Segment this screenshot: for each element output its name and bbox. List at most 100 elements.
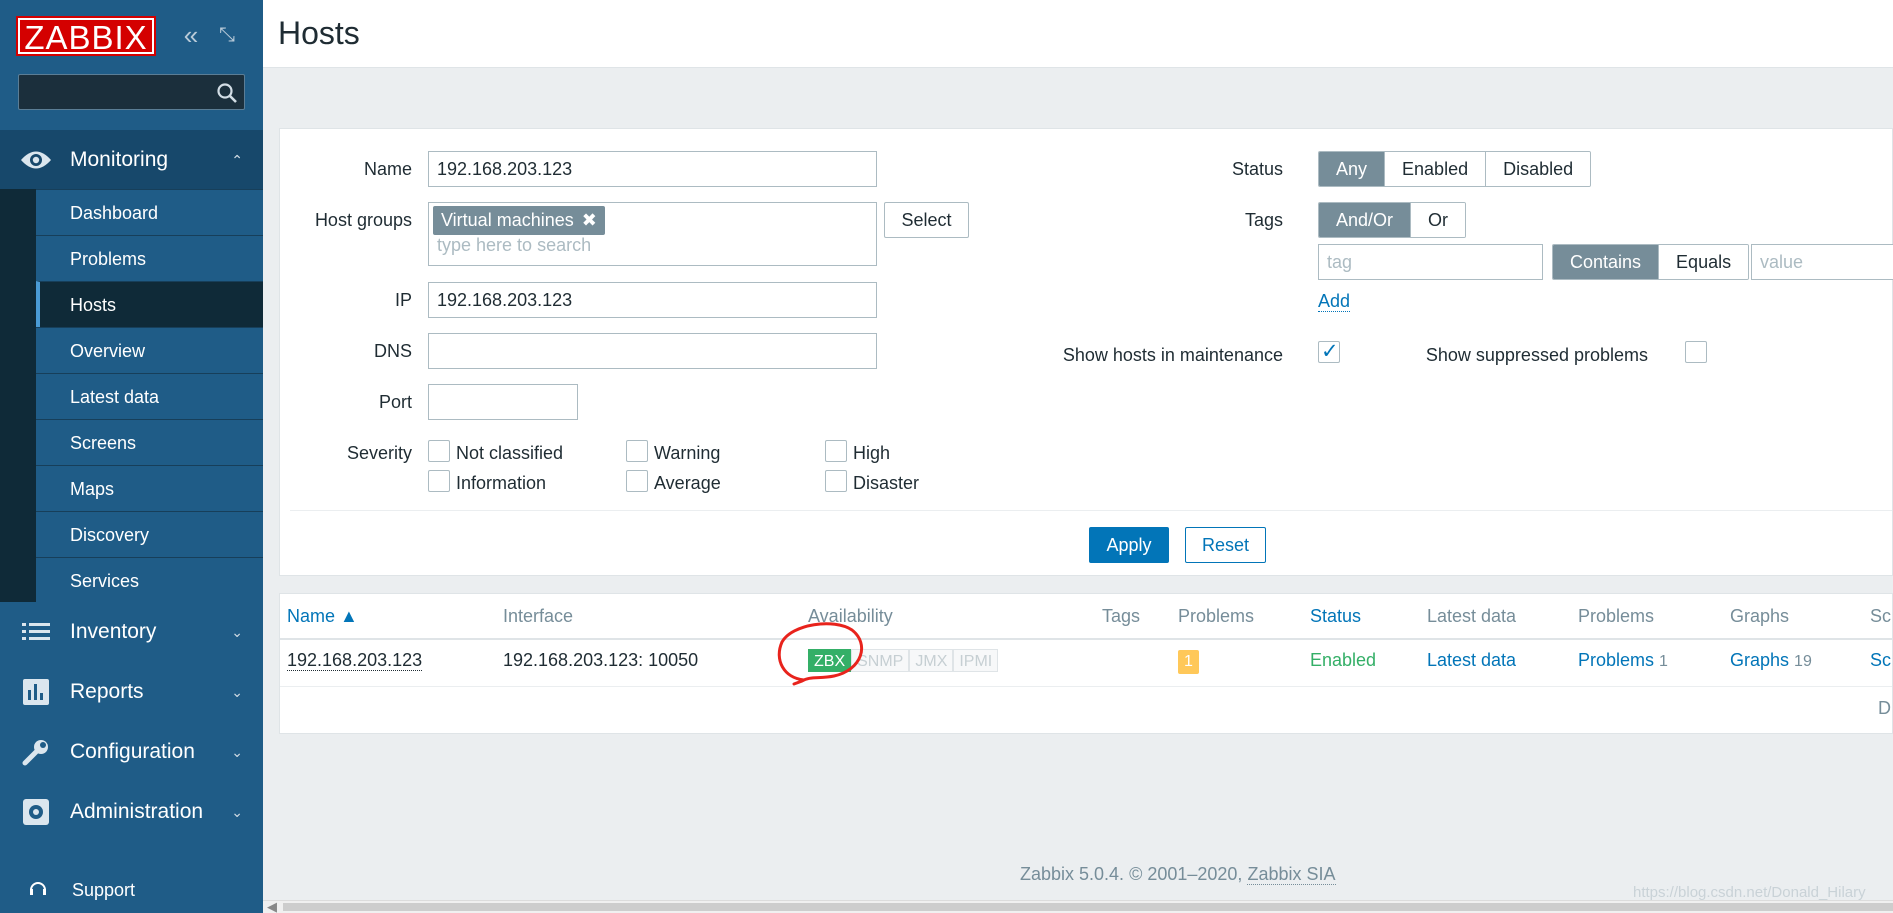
tag-name-input[interactable]: tag [1318, 244, 1543, 280]
tags-and-or-option[interactable]: And/Or [1319, 203, 1411, 237]
chevron-up-icon: ⌃ [231, 152, 243, 168]
severity-average-checkbox[interactable] [626, 470, 648, 492]
status-any-option[interactable]: Any [1319, 152, 1385, 186]
ipmi-availability-badge: IPMI [953, 649, 999, 672]
ip-label: IP [394, 290, 412, 310]
graphs-link-label: Graphs [1730, 650, 1790, 670]
nav-configuration[interactable]: Configuration ⌄ [0, 722, 263, 782]
severity-disaster-checkbox[interactable] [825, 470, 847, 492]
watermark: https://blog.csdn.net/Donald_Hilary [1633, 884, 1866, 901]
horizontal-scrollbar[interactable]: ◀ [263, 899, 1893, 913]
apply-button[interactable]: Apply [1089, 527, 1169, 563]
host-status-toggle[interactable]: Enabled [1310, 650, 1376, 671]
sidebar-item-maps[interactable]: Maps [36, 465, 263, 511]
column-header-graphs: Graphs [1730, 606, 1790, 626]
show-maintenance-checkbox[interactable] [1318, 339, 1340, 364]
scroll-left-arrow-icon[interactable]: ◀ [267, 899, 277, 913]
jmx-availability-badge: JMX [909, 649, 954, 672]
name-input[interactable]: 192.168.203.123 [428, 151, 877, 187]
latest-data-link[interactable]: Latest data [1427, 650, 1516, 671]
sidebar-item-services[interactable]: Services [36, 557, 263, 603]
tag-equals-option[interactable]: Equals [1658, 245, 1749, 279]
severity-information-checkbox[interactable] [428, 470, 450, 492]
tags-label: Tags [1244, 210, 1283, 230]
host-name-link[interactable]: 192.168.203.123 [287, 650, 423, 671]
problems-count-badge[interactable]: 1 [1178, 650, 1199, 674]
severity-warning-label: Warning [654, 443, 721, 463]
sidebar-item-overview[interactable]: Overview [36, 327, 263, 373]
sidebar-search-input[interactable] [18, 74, 245, 110]
tag-contains-option[interactable]: Contains [1553, 245, 1659, 279]
add-tag-link-label: Add [1318, 291, 1351, 312]
severity-warning-checkbox[interactable] [626, 440, 648, 462]
footer-copyright: Zabbix 5.0.4. © 2001–2020, [1020, 864, 1243, 884]
hosts-table: Name ▲ Interface Availability Tags Probl… [279, 593, 1893, 734]
gear-icon [18, 797, 54, 827]
host-groups-search-placeholder: type here to search [437, 235, 592, 255]
host-groups-multiselect[interactable]: Virtual machines ✖ type here to search [428, 202, 877, 266]
problems-link[interactable]: Problems 1 [1578, 650, 1668, 671]
logo-row: ZABBIX « ⤡ [16, 16, 263, 56]
collapse-sidebar-icon[interactable]: « [178, 22, 204, 48]
sidebar-item-problems[interactable]: Problems [36, 235, 263, 281]
zabbix-logo[interactable]: ZABBIX [16, 16, 156, 56]
sidebar-item-discovery[interactable]: Discovery [36, 511, 263, 557]
add-tag-link[interactable]: Add [1318, 291, 1351, 312]
graphs-link-count: 19 [1794, 653, 1812, 670]
column-header-name[interactable]: Name ▲ [287, 606, 358, 627]
nav-reports[interactable]: Reports ⌄ [0, 662, 263, 722]
host-group-chip-label: Virtual machines [441, 210, 574, 230]
show-maintenance-label: Show hosts in maintenance [1062, 345, 1283, 365]
sidebar-item-screens[interactable]: Screens [36, 419, 263, 465]
nav-administration-label: Administration [70, 800, 204, 823]
nav-monitoring[interactable]: Monitoring ⌃ [0, 130, 263, 190]
page-title: Hosts [278, 15, 360, 51]
tag-value-input[interactable]: value [1751, 244, 1893, 280]
eye-icon [18, 145, 54, 175]
monitoring-submenu: Dashboard Problems Hosts Overview Latest… [0, 189, 263, 603]
nav-inventory[interactable]: Inventory ⌄ [0, 602, 263, 662]
page-header: Hosts [263, 0, 1893, 68]
name-label: Name [363, 159, 412, 179]
sidebar-item-dashboard[interactable]: Dashboard [36, 189, 263, 235]
select-host-groups-button[interactable]: Select [884, 202, 969, 238]
tag-operator-segmented-control: Contains Equals [1552, 244, 1750, 280]
kiosk-mode-icon[interactable]: ⤡ [214, 22, 240, 48]
status-segmented-control: Any Enabled Disabled [1318, 151, 1592, 187]
problems-link-label: Problems [1578, 650, 1655, 670]
chevron-down-icon: ⌄ [231, 684, 243, 700]
footer-zabbix-sia-link[interactable]: Zabbix SIA [1247, 864, 1336, 885]
tags-mode-segmented-control: And/Or Or [1318, 202, 1467, 238]
host-group-chip: Virtual machines ✖ [433, 206, 605, 235]
status-disabled-option[interactable]: Disabled [1485, 152, 1591, 186]
remove-chip-icon[interactable]: ✖ [582, 210, 597, 230]
column-header-problems: Problems [1178, 606, 1255, 626]
nav-monitoring-label: Monitoring [70, 148, 169, 171]
dns-input[interactable] [428, 333, 877, 369]
sidebar-item-hosts[interactable]: Hosts [36, 281, 263, 327]
reset-button[interactable]: Reset [1185, 527, 1266, 563]
nav-reports-label: Reports [70, 680, 144, 703]
red-circle-annotation [777, 622, 864, 686]
severity-average-label: Average [654, 473, 721, 493]
host-name-label: 192.168.203.123 [287, 650, 423, 671]
search-icon[interactable] [216, 82, 238, 104]
page-footer: Zabbix 5.0.4. © 2001–2020, Zabbix SIA [1020, 864, 1336, 885]
port-input[interactable] [428, 384, 578, 420]
nav-support[interactable]: Support [0, 870, 263, 910]
severity-not-classified-checkbox[interactable] [428, 440, 450, 462]
sidebar-item-latest-data[interactable]: Latest data [36, 373, 263, 419]
screens-link[interactable]: Sc [1870, 650, 1891, 671]
nav-administration[interactable]: Administration ⌄ [0, 782, 263, 842]
severity-high-checkbox[interactable] [825, 440, 847, 462]
show-suppressed-checkbox[interactable] [1685, 341, 1707, 363]
nav-inventory-label: Inventory [70, 620, 157, 643]
scrollbar-thumb[interactable] [283, 903, 1893, 911]
ip-input[interactable]: 192.168.203.123 [428, 282, 877, 318]
column-header-status[interactable]: Status [1310, 606, 1361, 627]
status-enabled-option[interactable]: Enabled [1384, 152, 1486, 186]
severity-high-label: High [853, 443, 891, 463]
tags-or-option[interactable]: Or [1410, 203, 1466, 237]
chevron-down-icon: ⌄ [231, 744, 243, 760]
graphs-link[interactable]: Graphs 19 [1730, 650, 1812, 671]
